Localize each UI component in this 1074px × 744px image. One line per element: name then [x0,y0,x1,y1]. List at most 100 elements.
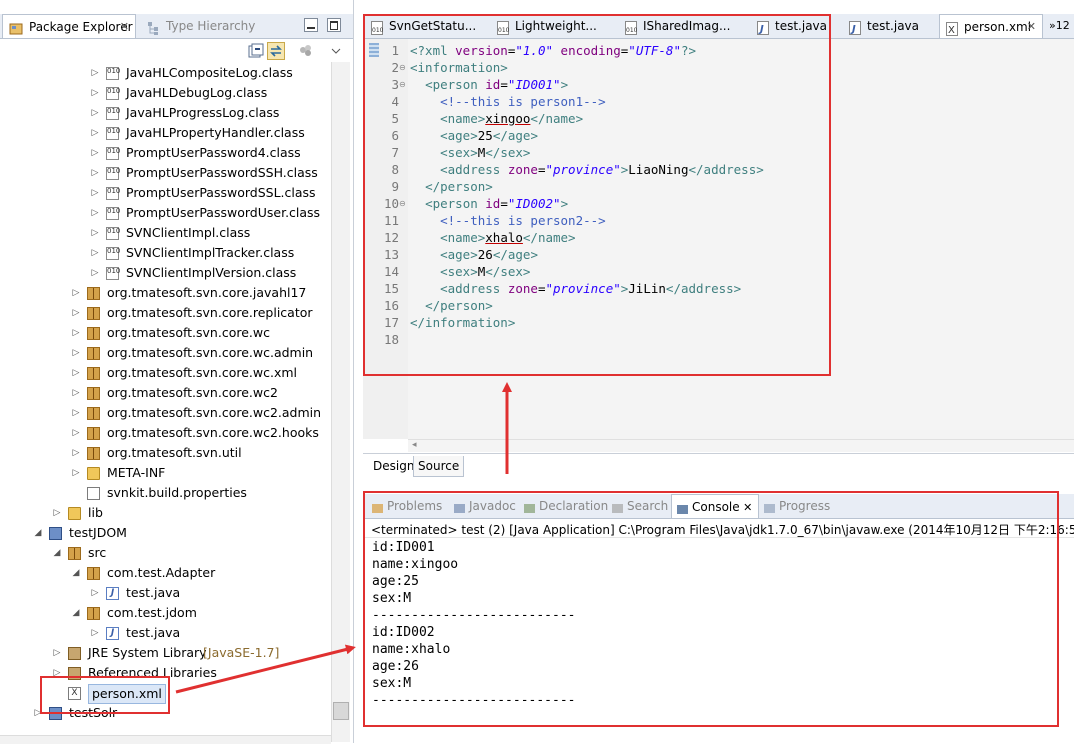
tree-item[interactable]: ▷ org.tmatesoft.svn.core.wc2 [0,383,330,403]
tree-item[interactable]: ▷ 010 JavaHLPropertyHandler.class [0,123,330,143]
tree-item[interactable]: ▷ 010 JavaHLProgressLog.class [0,103,330,123]
collapsed-arrow-icon[interactable]: ▷ [90,183,100,203]
tree-item[interactable]: ▷ org.tmatesoft.svn.core.wc.xml [0,363,330,383]
tree-item[interactable]: ◢ com.test.Adapter [0,563,330,583]
tree-item[interactable]: ▷ Jtest.java [0,583,330,603]
tree-item[interactable]: Xperson.xml [0,683,330,704]
tab-design[interactable]: Design [369,456,418,476]
collapsed-arrow-icon[interactable]: ▷ [71,383,81,403]
library-icon [68,647,81,660]
tab-overflow-button[interactable]: »12 [1049,14,1070,38]
maximize-button[interactable] [327,18,341,32]
collapsed-arrow-icon[interactable]: ▷ [71,423,81,443]
collapsed-arrow-icon[interactable]: ▷ [71,443,81,463]
fold-toggle-icon[interactable]: ⊖ [399,195,406,212]
collapsed-arrow-icon[interactable]: ▷ [90,123,100,143]
collapsed-arrow-icon[interactable]: ▷ [52,503,62,523]
tree-item[interactable]: ▷ 010 JavaHLCompositeLog.class [0,63,330,83]
tree-item[interactable]: ◢ testJDOM [0,523,330,543]
tree-item[interactable]: ▷ testSolr [0,703,330,723]
collapsed-arrow-icon[interactable]: ▷ [71,343,81,363]
chevron-down-icon[interactable] [327,42,345,60]
tab-package-explorer[interactable]: Package Explorer ✕ [2,14,136,38]
tree-item[interactable]: ▷ 010 PromptUserPasswordUser.class [0,203,330,223]
console-tab[interactable]: Javadoc [449,494,517,518]
collapsed-arrow-icon[interactable]: ▷ [71,363,81,383]
link-with-editor-icon[interactable] [267,42,285,60]
package-icon [87,607,100,620]
editor-tab[interactable]: 010 Lightweight... [491,14,617,38]
editor-tab[interactable]: 010 ISharedImag... [619,14,749,38]
collapsed-arrow-icon[interactable]: ▷ [90,263,100,283]
editor-tab[interactable]: 010 SvnGetStatu... [365,14,489,38]
scrollbar[interactable] [331,62,350,742]
editor-tab[interactable]: Jtest.java [751,14,841,38]
view-menu-icon[interactable] [297,42,315,60]
console-tab[interactable]: Progress [759,494,839,518]
expanded-arrow-icon[interactable]: ◢ [52,543,62,563]
collapsed-arrow-icon[interactable]: ▷ [90,243,100,263]
tree-item[interactable]: ▷ Referenced Libraries [0,663,330,683]
tree-item[interactable]: ◢ com.test.jdom [0,603,330,623]
expanded-arrow-icon[interactable]: ◢ [71,603,81,623]
console-tab[interactable]: Declaration [519,494,608,518]
tree-item[interactable]: ▷ org.tmatesoft.svn.core.wc [0,323,330,343]
fold-toggle-icon[interactable]: ⊖ [399,76,406,93]
minimize-button[interactable] [304,18,318,32]
tree-item[interactable]: ▷ 010 SVNClientImplVersion.class [0,263,330,283]
editor-tab[interactable]: Xperson.xml ✕ [939,14,1043,38]
collapsed-arrow-icon[interactable]: ▷ [33,703,43,723]
collapsed-arrow-icon[interactable]: ▷ [90,63,100,83]
collapsed-arrow-icon[interactable]: ▷ [90,103,100,123]
tree-item[interactable]: ▷ org.tmatesoft.svn.core.wc.admin [0,343,330,363]
editor-tab[interactable]: Jtest.java [843,14,937,38]
tree-item[interactable]: ▷ Jtest.java [0,623,330,643]
tree-item[interactable]: ▷ org.tmatesoft.svn.core.replicator [0,303,330,323]
expanded-arrow-icon[interactable]: ◢ [33,523,43,543]
tab-type-hierarchy[interactable]: Type Hierarchy [140,14,260,38]
console-tab[interactable]: Problems [367,494,447,518]
horizontal-scrollbar[interactable]: ◂ [408,439,1074,452]
collapsed-arrow-icon[interactable]: ▷ [71,303,81,323]
collapsed-arrow-icon[interactable]: ▷ [90,203,100,223]
package-explorer-icon [9,20,23,35]
expanded-arrow-icon[interactable]: ◢ [71,563,81,583]
scrollbar-thumb[interactable] [333,702,349,720]
collapsed-arrow-icon[interactable]: ▷ [71,463,81,483]
collapsed-arrow-icon[interactable]: ▷ [90,223,100,243]
collapsed-arrow-icon[interactable]: ▷ [90,583,100,603]
collapsed-arrow-icon[interactable]: ▷ [90,143,100,163]
fold-toggle-icon[interactable]: ⊖ [399,59,406,76]
tree-item[interactable]: ▷ org.tmatesoft.svn.util [0,443,330,463]
tree-item[interactable]: ▷ org.tmatesoft.svn.core.wc2.admin [0,403,330,423]
tree-item[interactable]: ▷ 010 JavaHLDebugLog.class [0,83,330,103]
collapsed-arrow-icon[interactable]: ▷ [71,283,81,303]
tree-item[interactable]: ▷ org.tmatesoft.svn.core.javahl17 [0,283,330,303]
tree-item[interactable]: ▷ 010 PromptUserPasswordSSH.class [0,163,330,183]
collapsed-arrow-icon[interactable]: ▷ [71,323,81,343]
tree-item[interactable]: ◢ src [0,543,330,563]
close-icon[interactable]: ✕ [740,501,752,514]
tree-item[interactable]: ▷ org.tmatesoft.svn.core.wc2.hooks [0,423,330,443]
tree-item[interactable]: svnkit.build.properties [0,483,330,503]
tree-item[interactable]: ▷ 010 SVNClientImplTracker.class [0,243,330,263]
tree-item[interactable]: ▷ 010 PromptUserPasswordSSL.class [0,183,330,203]
collapse-all-icon[interactable] [247,42,265,60]
console-tab[interactable]: Console ✕ [671,494,759,518]
tree-item[interactable]: ▷ 010 PromptUserPassword4.class [0,143,330,163]
close-icon[interactable]: ✕ [1027,15,1036,38]
collapsed-arrow-icon[interactable]: ▷ [90,623,100,643]
tree-item[interactable]: ▷ 010 SVNClientImpl.class [0,223,330,243]
tab-source[interactable]: Source [413,456,465,477]
collapsed-arrow-icon[interactable]: ▷ [52,663,62,683]
collapsed-arrow-icon[interactable]: ▷ [52,643,62,663]
tree-item[interactable]: ▷ META-INF [0,463,330,483]
console-tab[interactable]: Search [607,494,669,518]
tree-item-label: JavaHLPropertyHandler.class [126,125,305,140]
tree-item[interactable]: ▷ lib [0,503,330,523]
collapsed-arrow-icon[interactable]: ▷ [90,83,100,103]
collapsed-arrow-icon[interactable]: ▷ [90,163,100,183]
collapsed-arrow-icon[interactable]: ▷ [71,403,81,423]
close-icon[interactable]: ✕ [120,15,129,39]
tree-item[interactable]: ▷ JRE System Library [JavaSE-1.7] [0,643,330,663]
